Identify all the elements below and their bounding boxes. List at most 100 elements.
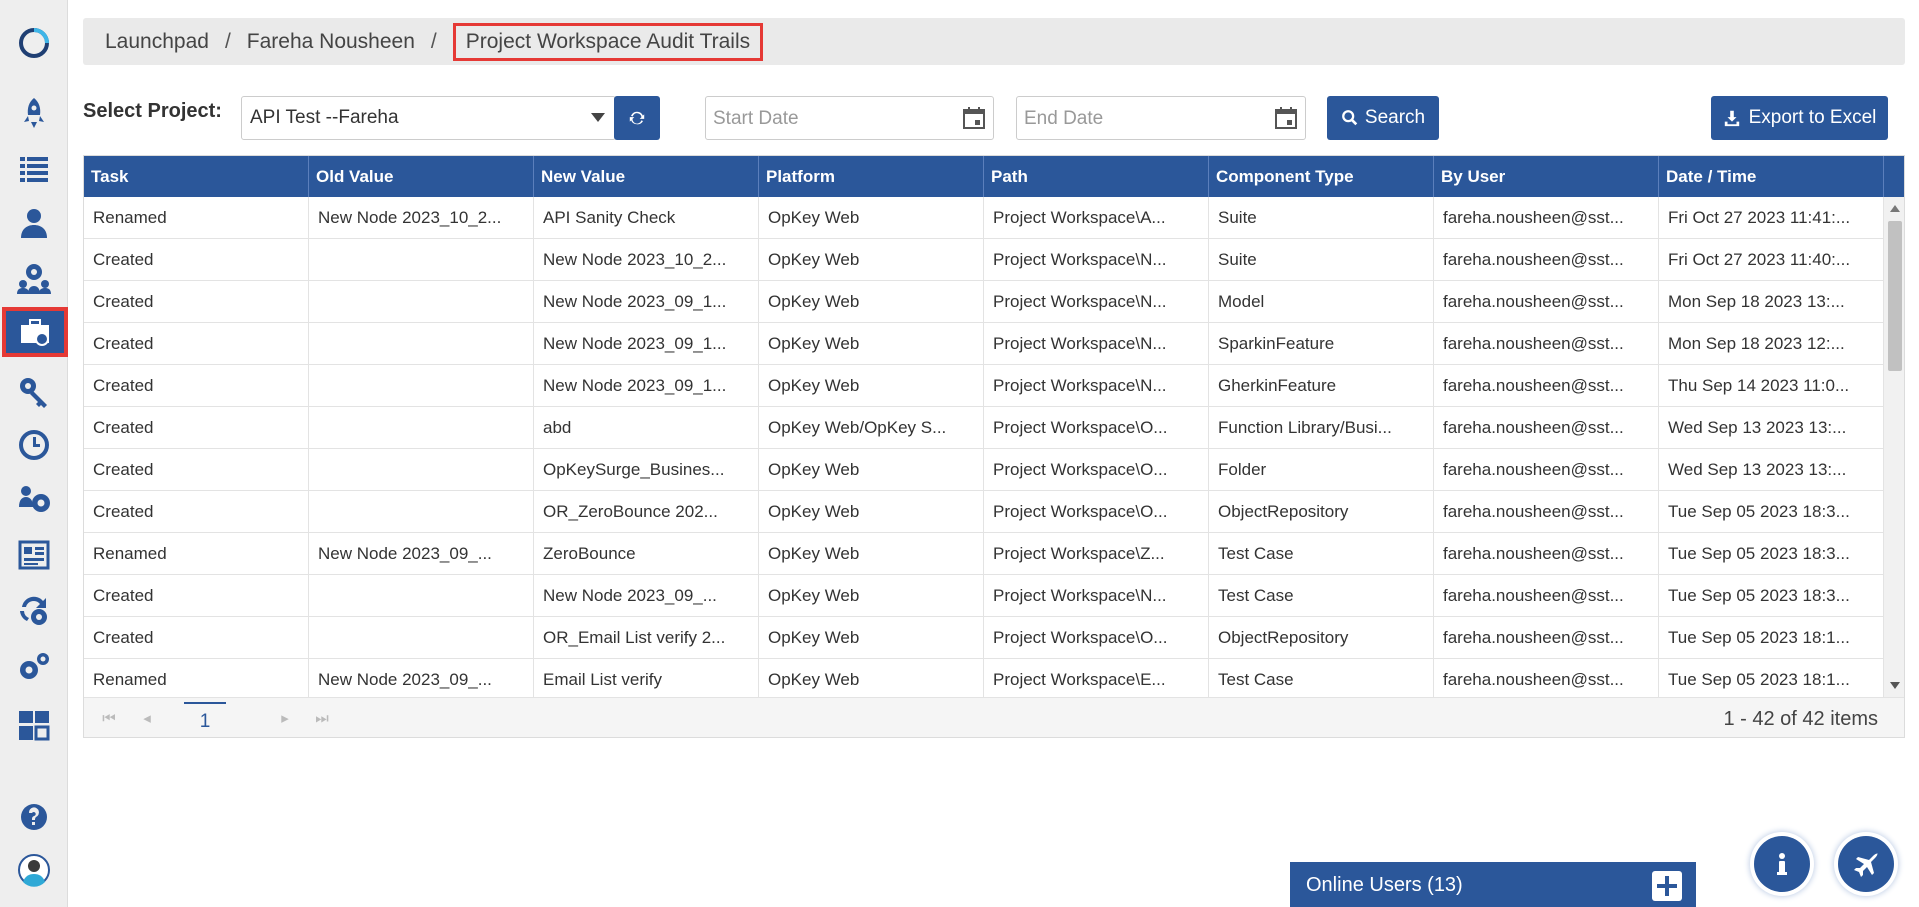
calendar-icon[interactable]: [961, 105, 987, 131]
table-cell: New Node 2023_09_1...: [534, 323, 759, 365]
table-cell: Function Library/Busi...: [1209, 407, 1434, 449]
scroll-down-icon[interactable]: [1890, 682, 1900, 689]
table-cell: Folder: [1209, 449, 1434, 491]
table-cell: Created: [84, 239, 309, 281]
pager: ⏮ ◂ 1 ▸ ⏭ 1 - 42 of 42 items: [84, 697, 1904, 737]
audit-trail-grid: Task Old Value New Value Platform Path Compon…: [83, 155, 1905, 738]
table-cell: New Node 2023_09_1...: [534, 365, 759, 407]
table-cell: ZeroBounce: [534, 533, 759, 575]
users-settings-icon[interactable]: [0, 475, 68, 525]
table-row[interactable]: Created New Node 2023_09_... OpKey Web Proj…: [84, 575, 1884, 617]
breadcrumb-launchpad[interactable]: Launchpad: [105, 30, 209, 54]
breadcrumb-separator: /: [224, 29, 231, 53]
table-cell: GherkinFeature: [1209, 365, 1434, 407]
caret-down-icon: [591, 113, 605, 122]
table-cell: fareha.nousheen@sst...: [1434, 239, 1659, 281]
help-icon[interactable]: [0, 792, 68, 842]
breadcrumb-user[interactable]: Fareha Nousheen: [247, 30, 415, 54]
column-header[interactable]: New Value: [534, 156, 759, 197]
column-header[interactable]: Old Value: [309, 156, 534, 197]
table-row[interactable]: Created New Node 2023_10_2... OpKey Web Pro…: [84, 239, 1884, 281]
documents-icon[interactable]: [0, 700, 68, 750]
table-cell: [309, 323, 534, 365]
project-select[interactable]: API Test --Fareha: [241, 96, 616, 140]
team-settings-icon[interactable]: [0, 252, 68, 302]
calendar-icon[interactable]: [1273, 105, 1299, 131]
table-row[interactable]: Created OpKeySurge_Busines... OpKey Web Pro…: [84, 449, 1884, 491]
export-to-excel-button[interactable]: Export to Excel: [1711, 96, 1888, 140]
last-page-icon[interactable]: ⏭: [313, 710, 331, 728]
table-cell: OpKey Web: [759, 281, 984, 323]
quick-launch-button[interactable]: [1838, 836, 1894, 892]
table-row[interactable]: Renamed New Node 2023_09_... ZeroBounce OpK…: [84, 533, 1884, 575]
table-cell: fareha.nousheen@sst...: [1434, 533, 1659, 575]
vertical-scrollbar[interactable]: [1884, 197, 1904, 697]
scroll-up-icon[interactable]: [1890, 205, 1900, 212]
sidebar: [0, 0, 68, 907]
breadcrumb-current-page: Project Workspace Audit Trails: [452, 22, 764, 61]
filter-toolbar: Select Project: API Test --Fareha Start …: [83, 92, 1905, 142]
table-cell: Fri Oct 27 2023 11:40:...: [1659, 239, 1884, 281]
table-cell: fareha.nousheen@sst...: [1434, 575, 1659, 617]
start-date-input[interactable]: Start Date: [705, 96, 994, 140]
gears-icon[interactable]: [0, 642, 68, 692]
table-cell: Project Workspace\N...: [984, 239, 1209, 281]
column-header[interactable]: Task: [84, 156, 309, 197]
table-cell: Wed Sep 13 2023 13:...: [1659, 449, 1884, 491]
expand-plus-icon[interactable]: [1652, 871, 1682, 901]
download-icon: [1724, 110, 1739, 127]
table-cell: Mon Sep 18 2023 12:...: [1659, 323, 1884, 365]
info-button[interactable]: [1754, 836, 1810, 892]
scrollbar-thumb[interactable]: [1888, 221, 1902, 371]
next-page-icon[interactable]: ▸: [276, 710, 294, 728]
table-cell: Project Workspace\O...: [984, 491, 1209, 533]
column-header[interactable]: Component Type: [1209, 156, 1434, 197]
user-icon[interactable]: [0, 198, 68, 248]
table-cell: Project Workspace\N...: [984, 323, 1209, 365]
table-row[interactable]: Renamed New Node 2023_10_2... API Sanity C…: [84, 197, 1884, 239]
header-scroll-spacer: [1884, 156, 1904, 197]
first-page-icon[interactable]: ⏮: [100, 710, 118, 728]
page-number-current[interactable]: 1: [184, 702, 226, 737]
sync-settings-icon[interactable]: [0, 585, 68, 635]
table-row[interactable]: Created New Node 2023_09_1... OpKey Web Pro…: [84, 323, 1884, 365]
search-button[interactable]: Search: [1327, 96, 1439, 140]
table-row[interactable]: Created New Node 2023_09_1... OpKey Web Pro…: [84, 365, 1884, 407]
profile-avatar-icon[interactable]: [0, 845, 68, 895]
table-cell: fareha.nousheen@sst...: [1434, 449, 1659, 491]
logo-icon[interactable]: [0, 18, 68, 68]
table-row[interactable]: Created abd OpKey Web/OpKey S... Project Wo…: [84, 407, 1884, 449]
table-cell: Test Case: [1209, 659, 1434, 697]
list-icon[interactable]: [0, 143, 68, 193]
table-cell: Thu Sep 14 2023 11:0...: [1659, 365, 1884, 407]
column-header[interactable]: Date / Time: [1659, 156, 1884, 197]
pager-info: 1 - 42 of 42 items: [1723, 708, 1878, 730]
key-icon[interactable]: [0, 367, 68, 417]
table-cell: Model: [1209, 281, 1434, 323]
table-row[interactable]: Created New Node 2023_09_1... OpKey Web Pro…: [84, 281, 1884, 323]
table-cell: Tue Sep 05 2023 18:3...: [1659, 533, 1884, 575]
column-header[interactable]: Platform: [759, 156, 984, 197]
workspace-briefcase-icon[interactable]: [2, 307, 68, 357]
breadcrumb-separator: /: [430, 29, 437, 53]
online-users-bar[interactable]: Online Users (13): [1290, 862, 1696, 907]
dashboard-icon[interactable]: [0, 530, 68, 580]
rocket-icon[interactable]: [0, 88, 68, 138]
grid-body: Renamed New Node 2023_10_2... API Sanity C…: [84, 197, 1884, 697]
clock-icon[interactable]: [0, 420, 68, 470]
previous-page-icon[interactable]: ◂: [138, 710, 156, 728]
table-cell: [309, 365, 534, 407]
table-cell: [309, 491, 534, 533]
table-cell: Project Workspace\N...: [984, 365, 1209, 407]
column-header[interactable]: Path: [984, 156, 1209, 197]
table-cell: Project Workspace\O...: [984, 617, 1209, 659]
table-row[interactable]: Created OR_Email List verify 2... OpKey We…: [84, 617, 1884, 659]
project-select-value: API Test --Fareha: [250, 107, 399, 128]
table-row[interactable]: Created OR_ZeroBounce 202... OpKey Web Proj…: [84, 491, 1884, 533]
table-cell: Created: [84, 491, 309, 533]
table-row[interactable]: Renamed New Node 2023_09_... Email List ve…: [84, 659, 1884, 697]
end-date-input[interactable]: End Date: [1016, 96, 1306, 140]
refresh-button[interactable]: [614, 96, 660, 140]
table-cell: Renamed: [84, 533, 309, 575]
column-header[interactable]: By User: [1434, 156, 1659, 197]
